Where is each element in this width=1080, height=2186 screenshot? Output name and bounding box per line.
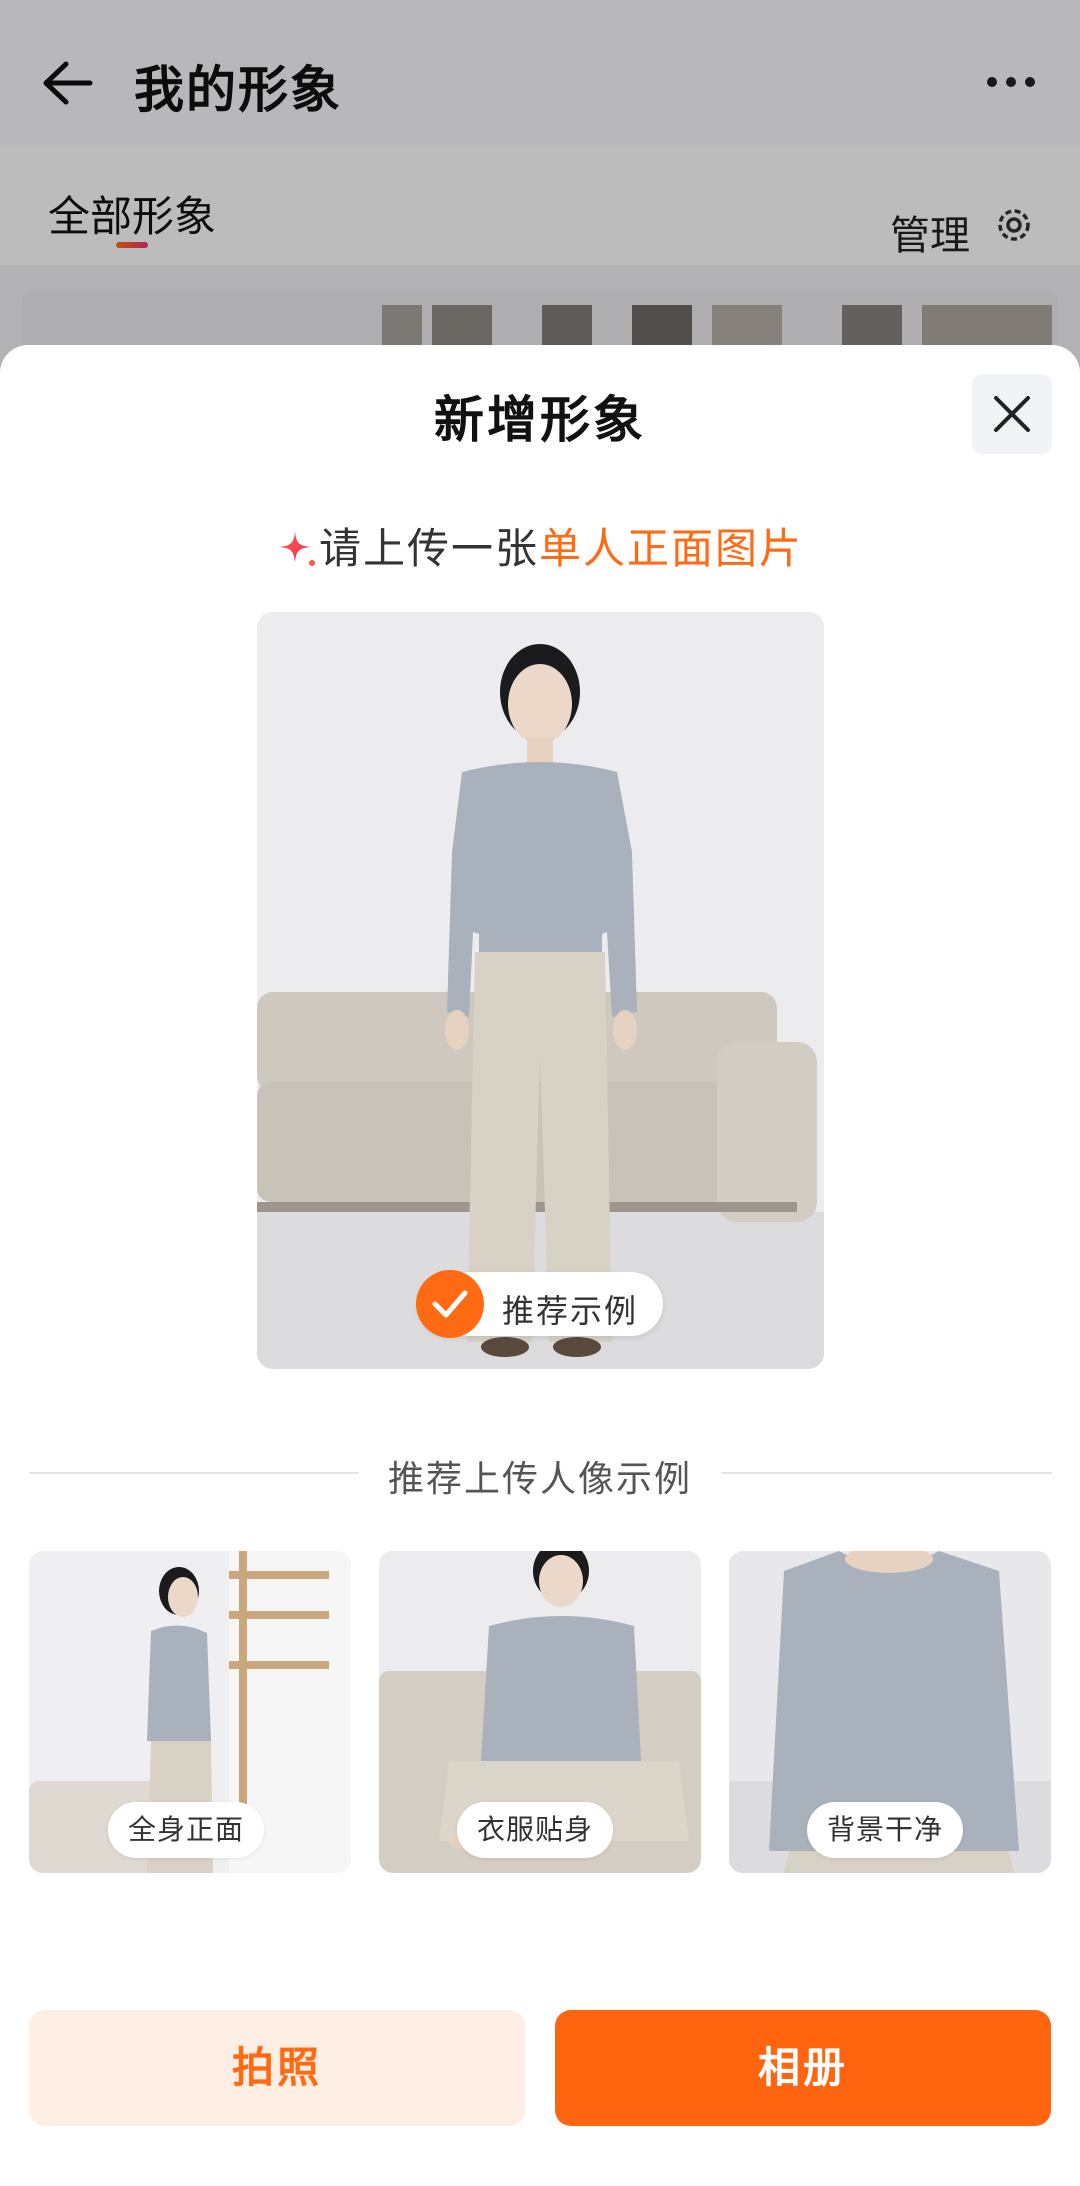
examples-heading: 推荐上传人像示例 [387, 1459, 692, 1500]
example-card-clean-background: 背景干净 [729, 1551, 1051, 1873]
album-button[interactable]: 相册 [555, 2010, 1051, 2126]
recommended-example-photo [257, 612, 824, 1369]
hint-highlight: 单人正面图片 [539, 524, 804, 573]
checkmark-icon [432, 1290, 468, 1318]
camera-button[interactable]: 拍照 [29, 2010, 525, 2126]
sheet-title: 新增形象 [434, 391, 646, 449]
example-card-full-body: 全身正面 [29, 1551, 351, 1873]
recommended-check [416, 1270, 484, 1338]
example-label: 背景干净 [807, 1802, 964, 1858]
upload-hint: 请上传一张单人正面图片 [0, 515, 1080, 576]
example-card-fitted-clothes: 衣服贴身 [379, 1551, 701, 1873]
hint-prefix: 请上传一张 [318, 524, 539, 573]
sparkle-icon [278, 531, 315, 566]
example-label: 衣服贴身 [457, 1802, 614, 1858]
close-icon [994, 396, 1030, 432]
close-button[interactable] [972, 374, 1052, 454]
recommended-badge-label: 推荐示例 [502, 1292, 639, 1330]
example-label: 全身正面 [108, 1802, 265, 1858]
